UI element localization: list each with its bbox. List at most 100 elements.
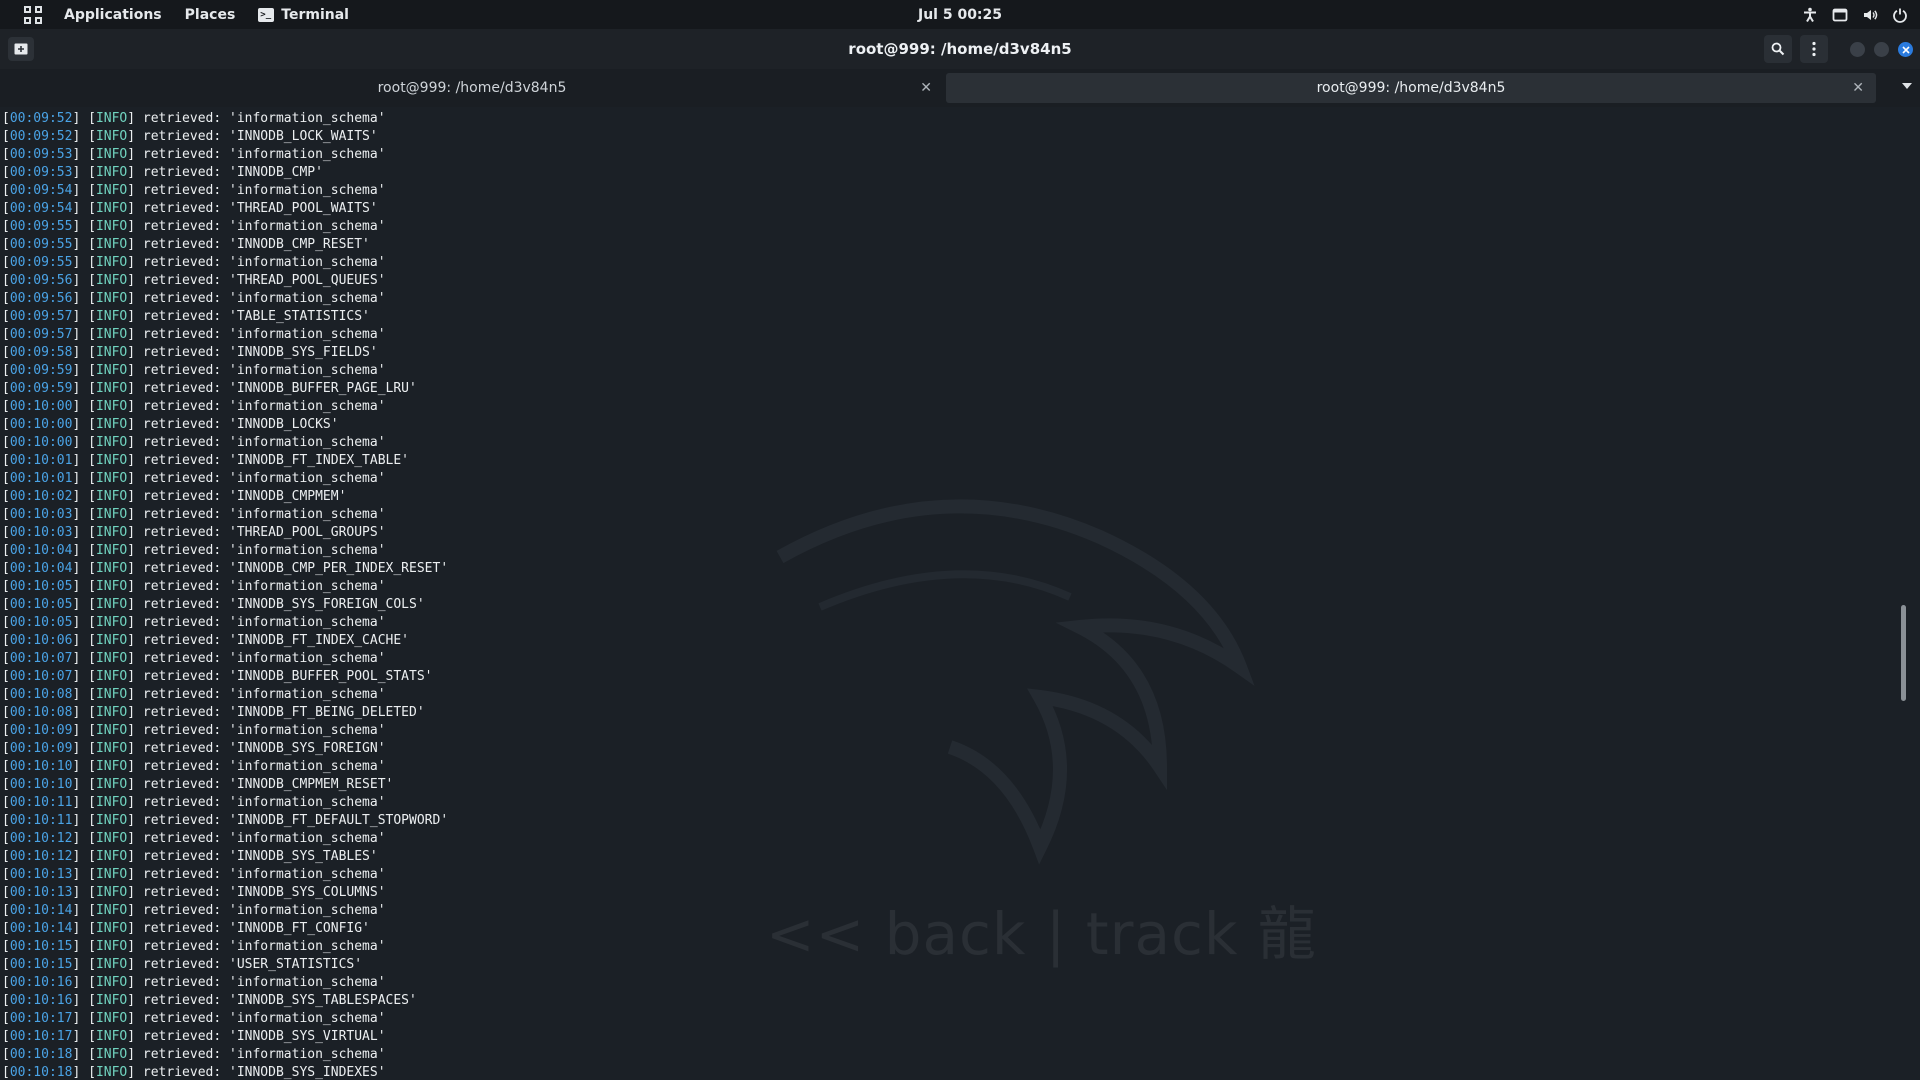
log-message: retrieved: 'INNODB_FT_INDEX_CACHE' [142,633,410,648]
log-timestamp: 00:10:12 [9,831,73,846]
clock[interactable]: Jul 5 00:25 [918,7,1002,23]
log-line: [00:09:54] [INFO] retrieved: 'informatio… [2,183,386,198]
log-message: retrieved: 'INNODB_FT_CONFIG' [142,921,370,936]
log-message: retrieved: 'information_schema' [142,831,386,846]
log-line: [00:10:03] [INFO] retrieved: 'informatio… [2,507,386,522]
log-line: [00:10:05] [INFO] retrieved: 'informatio… [2,579,386,594]
log-line: [00:10:07] [INFO] retrieved: 'INNODB_BUF… [2,669,433,684]
log-level: INFO [95,507,128,522]
log-level: INFO [95,543,128,558]
log-level: INFO [95,723,128,738]
log-line: [00:10:06] [INFO] retrieved: 'INNODB_FT_… [2,633,410,648]
log-timestamp: 00:09:55 [9,255,73,270]
log-level: INFO [95,921,128,936]
power-icon[interactable] [1892,7,1908,23]
search-icon [1771,42,1785,56]
log-line: [00:10:09] [INFO] retrieved: 'informatio… [2,723,386,738]
log-timestamp: 00:10:00 [9,399,73,414]
log-message: retrieved: 'INNODB_CMPMEM_RESET' [142,777,394,792]
log-timestamp: 00:10:10 [9,759,73,774]
tab-close-icon[interactable]: ✕ [1852,73,1864,103]
log-level: INFO [95,741,128,756]
log-level: INFO [95,417,128,432]
minimize-button[interactable] [1850,42,1865,57]
app-grid-icon[interactable] [24,5,42,24]
window-icon[interactable] [1832,7,1848,23]
log-timestamp: 00:09:56 [9,273,73,288]
log-line: [00:10:00] [INFO] retrieved: 'informatio… [2,399,386,414]
log-line: [00:09:55] [INFO] retrieved: 'informatio… [2,219,386,234]
log-level: INFO [95,903,128,918]
search-button[interactable] [1764,35,1792,63]
log-timestamp: 00:10:14 [9,903,73,918]
log-line: [00:10:16] [INFO] retrieved: 'INNODB_SYS… [2,993,417,1008]
log-message: retrieved: 'information_schema' [142,219,386,234]
log-level: INFO [95,471,128,486]
log-line: [00:10:01] [INFO] retrieved: 'informatio… [2,471,386,486]
log-level: INFO [95,1011,128,1026]
log-message: retrieved: 'information_schema' [142,111,386,126]
log-level: INFO [95,705,128,720]
log-message: retrieved: 'INNODB_SYS_VIRTUAL' [142,1029,386,1044]
log-level: INFO [95,129,128,144]
log-message: retrieved: 'INNODB_FT_DEFAULT_STOPWORD' [142,813,449,828]
log-message: retrieved: 'information_schema' [142,291,386,306]
log-level: INFO [95,957,128,972]
log-level: INFO [95,453,128,468]
log-timestamp: 00:09:57 [9,327,73,342]
log-timestamp: 00:09:54 [9,183,73,198]
log-message: retrieved: 'information_schema' [142,723,386,738]
maximize-button[interactable] [1874,42,1889,57]
close-icon [1901,45,1910,54]
log-line: [00:09:57] [INFO] retrieved: 'informatio… [2,327,386,342]
log-message: retrieved: 'INNODB_SYS_COLUMNS' [142,885,386,900]
places-menu[interactable]: Places [185,7,236,23]
window-titlebar: root@999: /home/d3v84n5 [0,29,1920,69]
watermark-text: << back | track 龍 [766,900,1317,968]
log-level: INFO [95,201,128,216]
log-line: [00:10:03] [INFO] retrieved: 'THREAD_POO… [2,525,386,540]
terminal-output[interactable]: << back | track 龍 [00:09:52] [INFO] retr… [0,107,1908,1080]
log-timestamp: 00:10:16 [9,993,73,1008]
log-timestamp: 00:10:11 [9,813,73,828]
tabs-dropdown-icon[interactable] [1902,83,1912,89]
log-level: INFO [95,183,128,198]
scrollbar-thumb[interactable] [1901,605,1906,701]
log-line: [00:10:12] [INFO] retrieved: 'INNODB_SYS… [2,849,378,864]
log-message: retrieved: 'INNODB_SYS_FOREIGN' [142,741,386,756]
volume-icon[interactable] [1862,7,1878,23]
log-message: retrieved: 'INNODB_SYS_FOREIGN_COLS' [142,597,425,612]
log-line: [00:09:59] [INFO] retrieved: 'informatio… [2,363,386,378]
log-level: INFO [95,561,128,576]
log-timestamp: 00:10:05 [9,615,73,630]
tab-2[interactable]: root@999: /home/d3v84n5 ✕ [946,73,1876,103]
log-message: retrieved: 'information_schema' [142,327,386,342]
close-button[interactable] [1898,42,1913,57]
log-level: INFO [95,993,128,1008]
accessibility-icon[interactable] [1802,7,1818,23]
log-message: retrieved: 'INNODB_FT_INDEX_TABLE' [142,453,410,468]
log-timestamp: 00:10:08 [9,687,73,702]
log-level: INFO [95,327,128,342]
log-line: [00:10:07] [INFO] retrieved: 'informatio… [2,651,386,666]
applications-menu[interactable]: Applications [64,7,162,23]
log-timestamp: 00:10:11 [9,795,73,810]
log-level: INFO [95,849,128,864]
tab-label: root@999: /home/d3v84n5 [1316,80,1506,96]
log-line: [00:09:52] [INFO] retrieved: 'INNODB_LOC… [2,129,378,144]
log-message: retrieved: 'INNODB_SYS_TABLES' [142,849,378,864]
window-title: root@999: /home/d3v84n5 [848,40,1072,58]
log-timestamp: 00:09:53 [9,147,73,162]
tab-1[interactable]: root@999: /home/d3v84n5 ✕ [0,73,944,103]
menu-button[interactable] [1800,35,1828,63]
log-line: [00:09:58] [INFO] retrieved: 'INNODB_SYS… [2,345,378,360]
log-line: [00:10:18] [INFO] retrieved: 'INNODB_SYS… [2,1065,386,1080]
log-level: INFO [95,525,128,540]
log-timestamp: 00:10:01 [9,453,73,468]
tab-close-icon[interactable]: ✕ [920,73,932,103]
log-line: [00:10:13] [INFO] retrieved: 'INNODB_SYS… [2,885,386,900]
log-line: [00:10:08] [INFO] retrieved: 'INNODB_FT_… [2,705,425,720]
log-message: retrieved: 'information_schema' [142,255,386,270]
terminal-app-menu[interactable]: >_ Terminal [258,7,349,23]
log-line: [00:10:15] [INFO] retrieved: 'USER_STATI… [2,957,363,972]
